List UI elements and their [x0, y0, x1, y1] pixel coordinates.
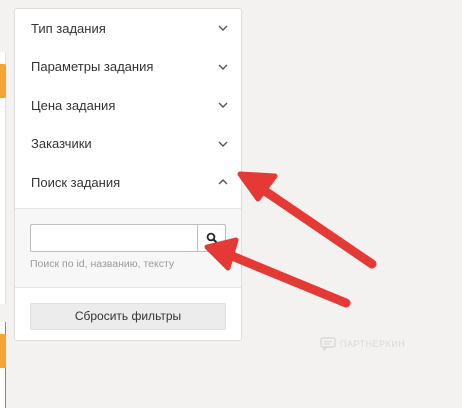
background-orange-marker — [0, 334, 6, 368]
search-hint: Поиск по id, названию, тексту — [30, 257, 175, 270]
accordion-task-params[interactable]: Параметры задания — [15, 48, 241, 87]
search-row — [30, 223, 226, 252]
filter-panel: Тип задания Параметры задания Цена задан… — [14, 8, 242, 341]
accordion-label: Заказчики — [31, 136, 92, 152]
annotation-arrow-to-search-section — [237, 171, 377, 269]
search-button[interactable] — [197, 223, 226, 252]
chevron-down-icon — [218, 141, 228, 147]
search-icon — [206, 232, 218, 244]
search-section: Поиск по id, названию, тексту — [15, 207, 241, 288]
accordion-task-price[interactable]: Цена задания — [15, 86, 241, 125]
accordion-label: Тип задания — [31, 20, 106, 36]
accordion-label: Цена задания — [31, 97, 116, 113]
search-input[interactable] — [30, 223, 197, 252]
chat-bubble-icon — [320, 337, 336, 351]
reset-filters-button[interactable]: Сбросить фильтры — [30, 302, 226, 330]
watermark: ПАРТНЕРКИН — [320, 337, 405, 351]
chevron-down-icon — [218, 64, 228, 70]
accordion-label: Параметры задания — [31, 59, 154, 75]
chevron-down-icon — [218, 102, 228, 109]
accordion-task-search[interactable]: Поиск задания — [15, 163, 241, 202]
accordion-label: Поиск задания — [31, 174, 121, 190]
chevron-down-icon — [218, 25, 228, 32]
accordion-task-type[interactable]: Тип задания — [15, 9, 241, 48]
chevron-up-icon — [218, 179, 228, 185]
background-orange-marker — [0, 64, 6, 98]
accordion-customers[interactable]: Заказчики — [15, 125, 241, 164]
watermark-text: ПАРТНЕРКИН — [340, 339, 406, 349]
reset-wrapper: Сбросить фильтры — [15, 288, 241, 330]
